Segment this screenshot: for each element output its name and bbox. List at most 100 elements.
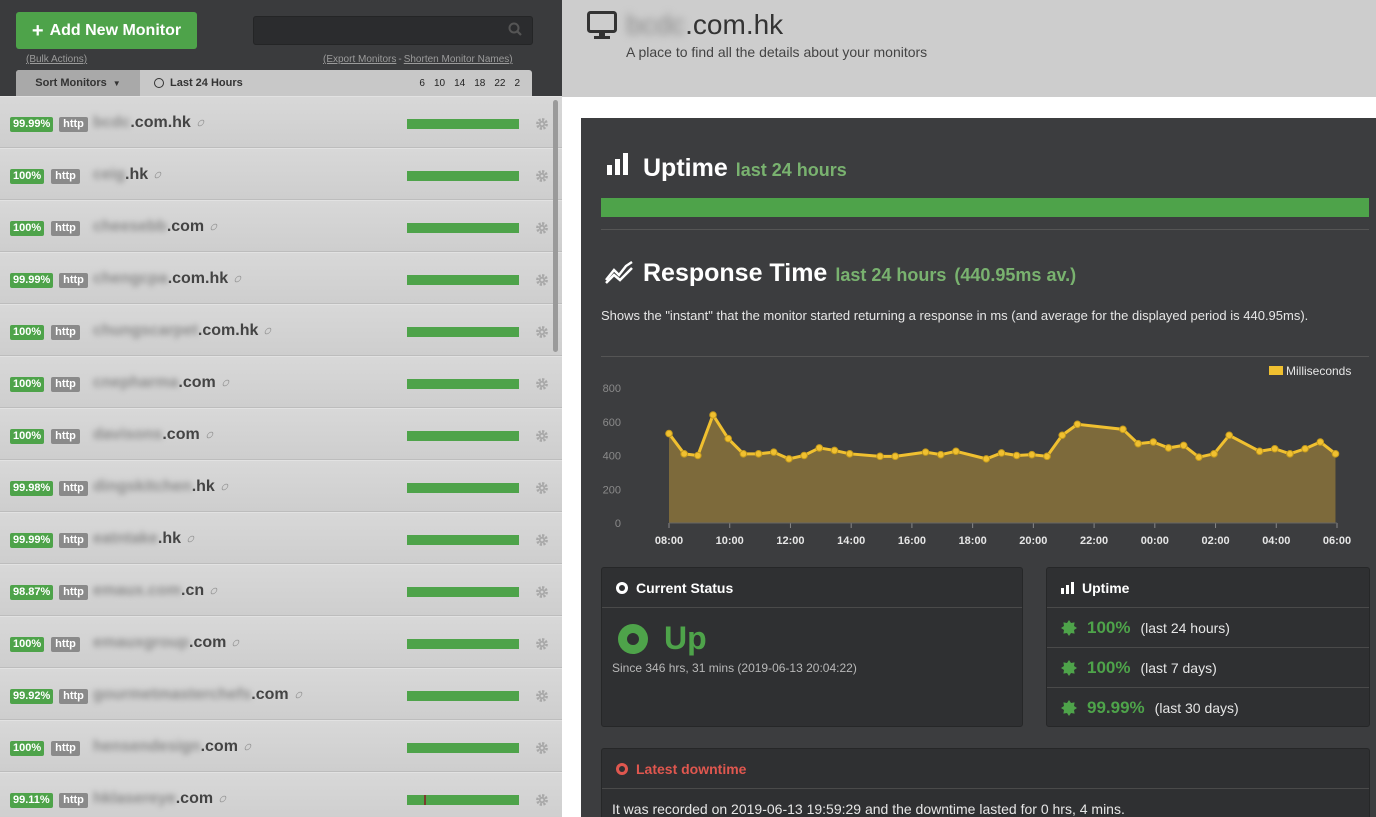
gear-icon[interactable] — [535, 585, 549, 599]
data-point — [769, 448, 778, 456]
link-icon[interactable] — [233, 274, 243, 284]
monitor-search-input[interactable] — [253, 16, 533, 45]
monitor-row[interactable]: 100% http chungscarpet.com.hk — [0, 304, 562, 356]
monitor-row[interactable]: 99.11% http hklasereye.com — [0, 772, 562, 817]
monitor-name[interactable]: chengcpa.com.hk — [93, 270, 243, 288]
add-new-monitor-label: Add New Monitor — [49, 21, 182, 39]
link-icon[interactable] — [220, 482, 230, 492]
monitor-row[interactable]: 100% http ceig.hk — [0, 148, 562, 200]
data-point — [1043, 452, 1051, 461]
gear-icon[interactable] — [535, 273, 549, 287]
link-icon[interactable] — [263, 326, 273, 336]
uptime-period: (last 30 days) — [1154, 700, 1239, 716]
data-point — [1195, 453, 1203, 461]
monitor-name-domain: .com — [166, 218, 205, 235]
gear-icon[interactable] — [535, 117, 549, 131]
hour-tick: 22 — [494, 77, 506, 89]
current-status-title: Current Status — [636, 579, 734, 596]
gear-icon[interactable] — [535, 377, 549, 391]
link-icon[interactable] — [186, 534, 196, 544]
add-new-monitor-button[interactable]: + Add New Monitor — [16, 12, 197, 49]
protocol-badge: http — [59, 273, 88, 288]
link-icon[interactable] — [218, 794, 228, 804]
uptime-badge: 99.99% — [10, 533, 54, 548]
time-range-tab[interactable]: Last 24 Hours — [140, 77, 390, 89]
shorten-monitor-names-link[interactable]: Shorten Monitor Names) — [404, 54, 513, 65]
gear-icon[interactable] — [535, 793, 549, 807]
monitor-name[interactable]: emaux.com.cn — [93, 582, 219, 600]
gear-icon[interactable] — [535, 637, 549, 651]
response-time-section-title: Response Time last 24 hours (440.95ms av… — [643, 259, 1076, 288]
data-point — [952, 447, 960, 456]
monitor-name[interactable]: gourmetmasterchefs.com — [93, 686, 304, 704]
monitor-row[interactable]: 100% http emauxgroup.com — [0, 616, 562, 668]
bar-chart-icon — [1061, 581, 1074, 594]
link-icon[interactable] — [196, 118, 206, 128]
bulk-actions-link[interactable]: (Bulk Actions) — [26, 54, 87, 65]
export-monitors-link[interactable]: (Export Monitors — [323, 54, 396, 65]
x-tick-label: 00:00 — [1141, 535, 1169, 547]
x-tick-label: 10:00 — [716, 535, 744, 547]
gear-icon[interactable] — [535, 169, 549, 183]
link-icon[interactable] — [231, 638, 241, 648]
monitor-name[interactable]: eatntake.hk — [93, 530, 196, 548]
monitor-name[interactable]: cheesebb.com — [93, 218, 219, 236]
monitor-name[interactable]: dingskitchen.hk — [93, 478, 230, 496]
gear-icon[interactable] — [535, 689, 549, 703]
monitor-row[interactable]: 98.87% http emaux.com.cn — [0, 564, 562, 616]
gear-icon[interactable] — [535, 325, 549, 339]
gear-icon[interactable] — [535, 533, 549, 547]
protocol-badge: http — [51, 325, 80, 340]
uptime-badge: 100% — [10, 637, 45, 652]
uptime-badge: 99.99% — [10, 273, 54, 288]
monitor-row[interactable]: 100% http hensendesign.com — [0, 720, 562, 772]
sidebar-scrollbar[interactable] — [553, 100, 558, 352]
monitor-row[interactable]: 100% http cnepharma.com — [0, 356, 562, 408]
monitor-name[interactable]: hklasereye.com — [93, 790, 228, 808]
link-icon[interactable] — [294, 690, 304, 700]
uptime-period: (last 24 hours) — [1140, 619, 1230, 636]
link-icon[interactable] — [243, 742, 253, 752]
gear-icon[interactable] — [535, 481, 549, 495]
monitor-name[interactable]: ceig.hk — [93, 166, 163, 184]
link-icon[interactable] — [205, 430, 215, 440]
monitor-row[interactable]: 100% http davisons.com — [0, 408, 562, 460]
monitor-row[interactable]: 100% http cheesebb.com — [0, 200, 562, 252]
monitor-name-hidden: emaux.com — [93, 582, 182, 599]
monitor-row[interactable]: 99.92% http gourmetmasterchefs.com — [0, 668, 562, 720]
uptime-badge: 100% — [10, 221, 45, 236]
x-tick-label: 02:00 — [1201, 535, 1229, 547]
link-icon[interactable] — [221, 378, 231, 388]
uptime-timeline-bar — [407, 483, 519, 493]
monitor-name-hidden: dingskitchen — [93, 478, 192, 495]
gear-icon[interactable] — [535, 221, 549, 235]
link-separator: - — [398, 54, 402, 65]
link-icon[interactable] — [153, 170, 163, 180]
hour-tick: 18 — [474, 77, 486, 89]
monitor-row[interactable]: 99.99% http eatntake.hk — [0, 512, 562, 564]
uptime-timeline-bar — [407, 119, 519, 129]
link-icon[interactable] — [209, 586, 219, 596]
sort-monitors-dropdown[interactable]: Sort Monitors ▼ — [16, 70, 140, 96]
monitor-name[interactable]: cnepharma.com — [93, 374, 231, 392]
monitor-name[interactable]: chungscarpet.com.hk — [93, 322, 273, 340]
link-icon[interactable] — [209, 222, 219, 232]
monitor-name[interactable]: emauxgroup.com — [93, 634, 241, 652]
x-tick-label: 20:00 — [1019, 535, 1047, 547]
uptime-badge: 100% — [10, 377, 45, 392]
uptime-bar — [601, 198, 1369, 217]
monitor-row[interactable]: 99.99% http chengcpa.com.hk — [0, 252, 562, 304]
monitor-row[interactable]: 99.99% http bcdc.com.hk — [0, 96, 562, 148]
gear-icon[interactable] — [535, 429, 549, 443]
monitor-row[interactable]: 99.98% http dingskitchen.hk — [0, 460, 562, 512]
monitor-name[interactable]: bcdc.com.hk — [93, 114, 206, 132]
uptime-timeline-bar — [407, 223, 519, 233]
monitor-name-domain: .hk — [125, 166, 149, 183]
monitor-name[interactable]: hensendesign.com — [93, 738, 253, 756]
gear-icon[interactable] — [535, 741, 549, 755]
monitor-name[interactable]: davisons.com — [93, 426, 215, 444]
monitor-name-hidden: chungscarpet — [93, 322, 198, 339]
status-dot-icon — [616, 581, 628, 594]
protocol-badge: http — [59, 793, 88, 808]
monitor-name-domain: .com.hk — [167, 270, 229, 287]
